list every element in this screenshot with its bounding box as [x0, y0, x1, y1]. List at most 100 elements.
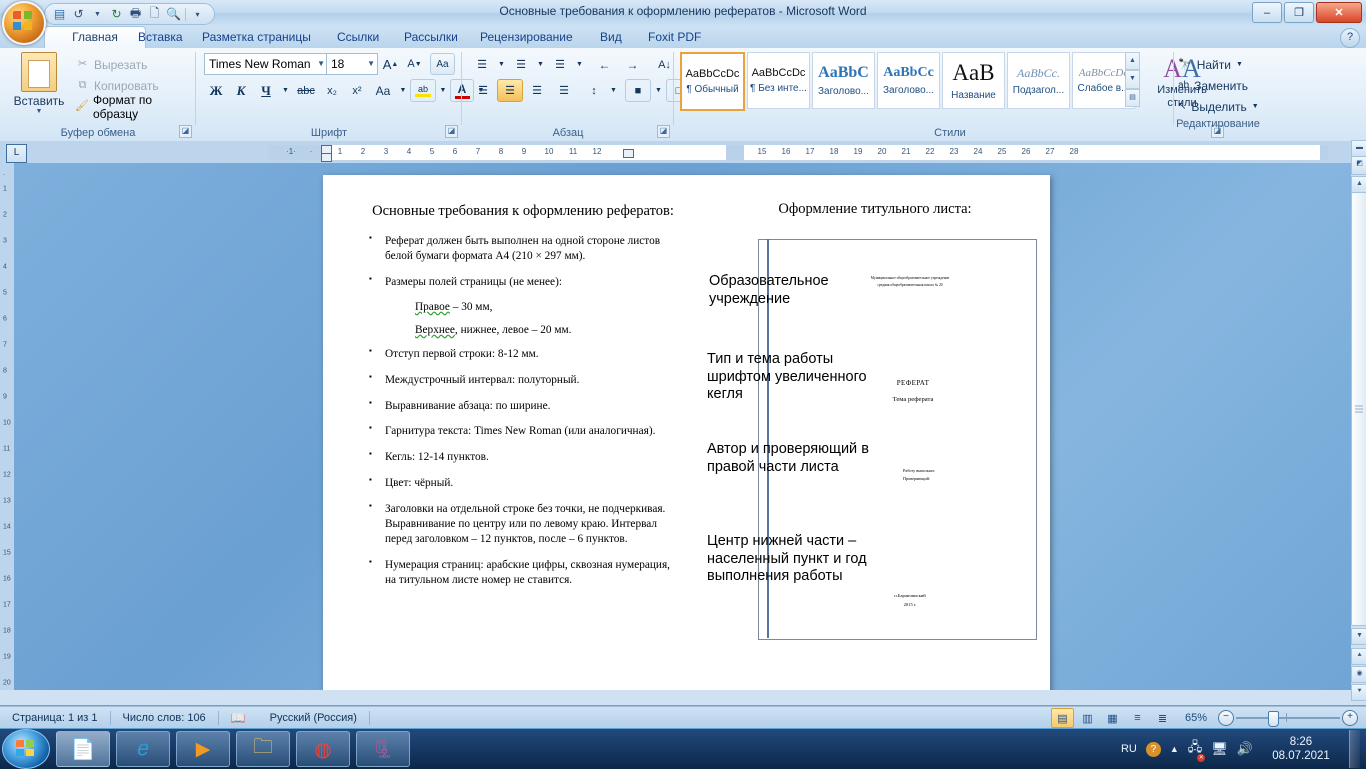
decrease-indent-button[interactable]: ←: [591, 53, 618, 76]
maximize-button[interactable]: ❐: [1284, 2, 1314, 23]
taskbar-item-word[interactable]: 📄: [56, 731, 110, 767]
chevron-down-icon[interactable]: ▼: [367, 59, 375, 68]
taskbar-item-explorer[interactable]: 🗀: [236, 731, 290, 767]
tab-mailings[interactable]: Рассылки: [392, 26, 470, 48]
minimize-button[interactable]: –: [1252, 2, 1282, 23]
tab-review[interactable]: Рецензирование: [468, 26, 585, 48]
style-item-subtitle[interactable]: AaBbCc. Подзагол...: [1007, 52, 1070, 109]
scroll-up-arrow-icon[interactable]: ▲: [1351, 176, 1366, 193]
status-proofing-icon[interactable]: 📖: [219, 707, 258, 729]
clear-formatting-button[interactable]: Aa: [430, 53, 455, 75]
bullets-button[interactable]: ☰: [470, 53, 494, 76]
display-icon[interactable]: 🖥: [1211, 741, 1228, 757]
hanging-indent-marker[interactable]: [321, 153, 332, 162]
numbering-dropdown-icon[interactable]: ▼: [534, 53, 547, 76]
tab-stop-selector[interactable]: L: [6, 144, 27, 163]
line-spacing-dropdown-icon[interactable]: ▼: [607, 79, 620, 102]
chevron-down-icon[interactable]: ▼: [317, 59, 325, 68]
replace-button[interactable]: ab Заменить: [1174, 75, 1264, 96]
style-item-title[interactable]: AaB Название: [942, 52, 1005, 109]
style-item-heading1[interactable]: AaBbC Заголово...: [812, 52, 875, 109]
split-bar-handle[interactable]: ▬: [1351, 140, 1366, 157]
document-page[interactable]: Основные требования к оформлению реферат…: [323, 175, 1050, 692]
styles-scroll-up-icon[interactable]: ▲: [1125, 52, 1140, 71]
paste-dropdown-icon[interactable]: ▼: [10, 108, 68, 115]
zoom-out-button[interactable]: −: [1218, 710, 1234, 726]
view-web-layout-button[interactable]: ▦: [1101, 708, 1124, 728]
font-size-combo[interactable]: 18 ▼: [326, 53, 378, 75]
line-spacing-button[interactable]: ↕: [582, 79, 606, 102]
cut-button[interactable]: ✂ Вырезать: [72, 54, 190, 75]
change-case-dropdown-icon[interactable]: ▼: [397, 79, 409, 102]
find-button[interactable]: 🔭 Найти ▼: [1174, 54, 1264, 75]
underline-button[interactable]: Ч: [254, 79, 278, 102]
office-button[interactable]: [2, 1, 46, 45]
vertical-scrollbar[interactable]: ▬ ◩ ▲ ▼ ⯅ ◉ ⯆: [1351, 140, 1366, 705]
document-canvas[interactable]: · 123 456 789 10 11 12 13 14 15 16 17 18 19 20 …: [0, 163, 1352, 705]
view-draft-button[interactable]: ≣: [1151, 708, 1174, 728]
tab-insert[interactable]: Вставка: [126, 26, 195, 48]
help-button[interactable]: ?: [1340, 28, 1360, 48]
styles-more-icon[interactable]: ▤: [1125, 88, 1140, 107]
status-page-indicator[interactable]: Страница: 1 из 1: [0, 707, 110, 729]
align-left-button[interactable]: ☰: [470, 79, 496, 102]
numbering-button[interactable]: ☰: [509, 53, 533, 76]
network-icon[interactable]: 🖧 ✕: [1188, 738, 1206, 762]
taskbar-item-winrar[interactable]: 🗜: [356, 731, 410, 767]
format-painter-button[interactable]: 🖌 Формат по образцу: [72, 93, 190, 121]
shading-button[interactable]: ■: [625, 79, 651, 102]
multilevel-list-button[interactable]: ☰: [548, 53, 572, 76]
tab-references[interactable]: Ссылки: [325, 26, 391, 48]
previous-page-icon[interactable]: ⯅: [1351, 648, 1366, 665]
font-dialog-launcher[interactable]: ◪: [445, 125, 458, 138]
volume-icon[interactable]: 🔊: [1237, 741, 1253, 757]
tab-page-layout[interactable]: Разметка страницы: [190, 26, 323, 48]
superscript-button[interactable]: x²: [345, 79, 369, 102]
paste-button[interactable]: Вставить ▼: [10, 52, 68, 115]
view-full-screen-reading-button[interactable]: ▥: [1076, 708, 1099, 728]
show-hidden-icons-icon[interactable]: ▲: [1170, 744, 1179, 754]
close-button[interactable]: ✕: [1316, 2, 1362, 23]
browse-object-icon[interactable]: ◉: [1351, 666, 1366, 683]
taskbar-item-chrome[interactable]: ◍: [296, 731, 350, 767]
font-name-combo[interactable]: Times New Roman ▼: [204, 53, 328, 75]
taskbar-item-internet-explorer[interactable]: 𝑒: [116, 731, 170, 767]
highlight-dropdown-icon[interactable]: ▼: [437, 79, 449, 102]
scroll-thumb[interactable]: [1351, 192, 1366, 626]
italic-button[interactable]: К: [229, 79, 253, 102]
scroll-down-arrow-icon[interactable]: ▼: [1351, 628, 1366, 645]
change-case-button[interactable]: Aa: [370, 79, 396, 102]
style-item-heading2[interactable]: AaBbCc Заголово...: [877, 52, 940, 109]
select-button[interactable]: ↖ Выделить ▼: [1174, 96, 1264, 117]
style-item-normal[interactable]: AaBbCcDc ¶ Обычный: [680, 52, 745, 111]
zoom-level-label[interactable]: 65%: [1176, 712, 1216, 724]
status-word-count[interactable]: Число слов: 106: [111, 707, 218, 729]
chevron-down-icon[interactable]: ▼: [1252, 103, 1259, 110]
chevron-down-icon[interactable]: ▼: [1236, 61, 1243, 68]
horizontal-ruler[interactable]: ·1· · 123 456 789 10 11 12 15 16 17 18 19 20 21…: [268, 145, 1328, 162]
start-button[interactable]: [2, 729, 50, 769]
view-outline-button[interactable]: ≡: [1126, 708, 1149, 728]
increase-indent-button[interactable]: →: [619, 53, 646, 76]
vertical-ruler[interactable]: · 123 456 789 10 11 12 13 14 15 16 17 18 19 20: [0, 163, 14, 705]
shading-dropdown-icon[interactable]: ▼: [652, 79, 665, 102]
clipboard-dialog-launcher[interactable]: ◪: [179, 125, 192, 138]
taskbar-clock[interactable]: 8:26 08.07.2021: [1262, 735, 1340, 763]
justify-button[interactable]: ☰: [551, 79, 577, 102]
multilevel-dropdown-icon[interactable]: ▼: [573, 53, 586, 76]
action-center-icon[interactable]: ?: [1145, 741, 1161, 757]
tab-view[interactable]: Вид: [588, 26, 634, 48]
view-print-layout-button[interactable]: ▤: [1051, 708, 1074, 728]
paragraph-dialog-launcher[interactable]: ◪: [657, 125, 670, 138]
status-language[interactable]: Русский (Россия): [258, 707, 369, 729]
text-highlight-button[interactable]: ab: [410, 79, 436, 102]
bullets-dropdown-icon[interactable]: ▼: [495, 53, 508, 76]
zoom-in-button[interactable]: +: [1342, 710, 1358, 726]
next-page-icon[interactable]: ⯆: [1351, 684, 1366, 701]
underline-dropdown-icon[interactable]: ▼: [279, 79, 292, 102]
zoom-slider[interactable]: [1236, 711, 1340, 727]
shrink-font-button[interactable]: A ▼: [402, 53, 427, 75]
zoom-knob[interactable]: [1268, 711, 1279, 727]
align-center-button[interactable]: ☰: [497, 79, 523, 102]
styles-scroll-down-icon[interactable]: ▼: [1125, 70, 1140, 89]
